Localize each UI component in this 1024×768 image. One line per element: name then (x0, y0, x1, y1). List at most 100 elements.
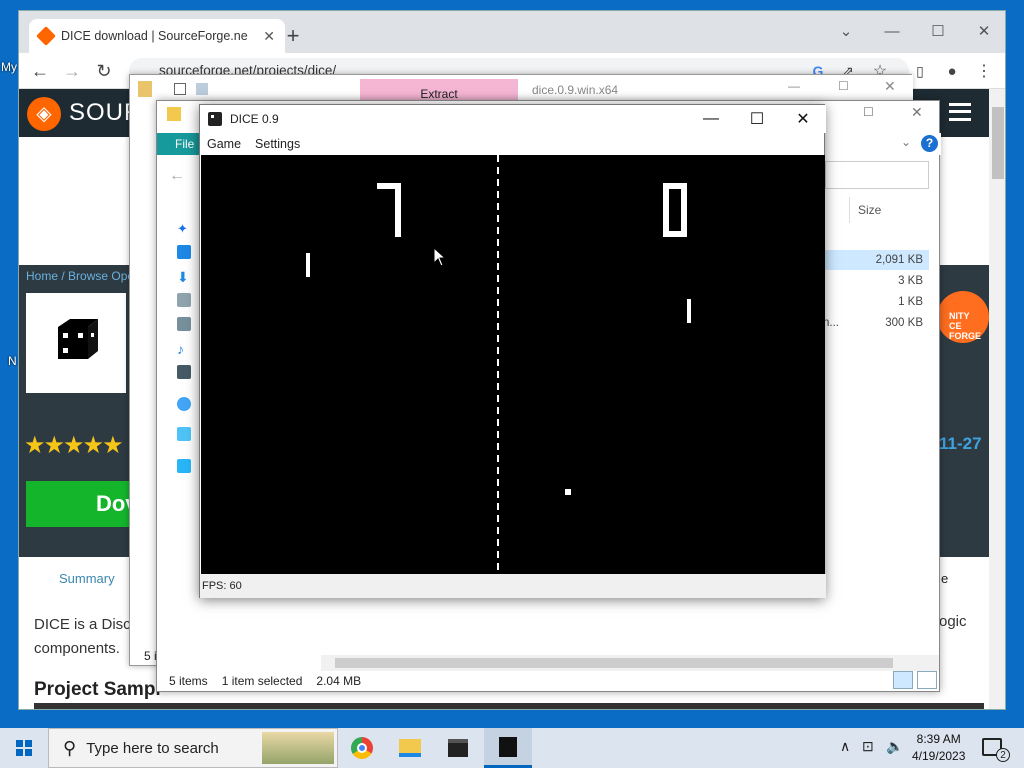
ribbon-tab-file[interactable]: File (157, 133, 201, 155)
window-title: DICE 0.9 (230, 112, 279, 126)
fps-status: FPS: 60 (200, 574, 826, 598)
reload-icon[interactable]: ↻ (91, 59, 117, 83)
column-header-size[interactable]: Size (849, 197, 933, 223)
horizontal-scrollbar-thumb[interactable] (335, 658, 893, 668)
mouse-cursor-icon (433, 247, 447, 267)
properties-icon[interactable] (196, 83, 208, 95)
menu-settings[interactable]: Settings (255, 137, 300, 151)
maximize-button[interactable]: ☐ (838, 79, 849, 93)
network-icon[interactable]: ⊡ (862, 738, 874, 755)
search-placeholder: Type here to search (86, 739, 219, 757)
taskbar: ⚲ Type here to search ∧ ⊡ 🔈 8:39 AM 4/19… (0, 728, 1024, 768)
close-button[interactable]: ✕ (911, 104, 923, 121)
file-row-size[interactable]: 2,091 KB (817, 250, 929, 270)
tab-summary[interactable]: Summary (59, 571, 115, 586)
project-samples-heading: Project Sampl (34, 679, 161, 700)
description-fragment: ogic (939, 613, 967, 630)
page-scrollbar-thumb[interactable] (992, 107, 1004, 179)
close-tab-icon[interactable]: ✕ (263, 28, 275, 45)
chrome-icon[interactable] (338, 728, 386, 768)
minimize-button[interactable]: — (869, 17, 915, 45)
game-screen[interactable]: 7 0 (201, 155, 825, 574)
center-net (497, 155, 499, 574)
tab-search-icon[interactable]: ⌄ (823, 17, 869, 45)
music-icon[interactable]: ♪ (177, 341, 191, 357)
search-input[interactable] (825, 161, 929, 189)
file-row-size[interactable]: 1 KB (817, 292, 929, 312)
network-icon[interactable] (177, 459, 191, 473)
menu-bar: Game Settings (200, 133, 826, 155)
desktop-icon-label[interactable]: My (1, 60, 17, 74)
browser-tab[interactable]: DICE download | SourceForge.ne ✕ (29, 19, 285, 53)
breadcrumb-browse-link[interactable]: Browse Ope (68, 269, 134, 283)
back-icon[interactable]: ← (169, 167, 185, 185)
hamburger-menu-icon[interactable] (949, 103, 971, 121)
start-button[interactable] (0, 728, 48, 768)
profile-avatar-icon[interactable]: ● (939, 59, 965, 83)
tab-strip: DICE download | SourceForge.ne ✕ + ⌄ — ☐… (19, 11, 1005, 53)
sourceforge-favicon-icon (36, 26, 56, 46)
chevron-down-icon[interactable]: ⌄ (901, 135, 911, 149)
dice-logo-icon (58, 319, 98, 359)
checkmark-icon[interactable] (174, 83, 186, 95)
zip-folder-icon (138, 81, 152, 97)
rating-stars: ★★★★★ (24, 432, 124, 459)
clock[interactable]: 8:39 AM 4/19/2023 (912, 731, 965, 765)
maximize-button[interactable]: ☐ (734, 105, 780, 133)
minimize-button[interactable]: — (788, 79, 800, 93)
pictures-icon[interactable] (177, 317, 191, 331)
large-icons-view-icon[interactable] (917, 671, 937, 689)
file-explorer-icon[interactable] (386, 728, 434, 768)
desktop-folder-icon[interactable] (177, 245, 191, 259)
menu-kebab-icon[interactable]: ⋮ (971, 59, 997, 83)
sourceforge-logo-icon[interactable]: ◈ (27, 97, 61, 131)
page-scrollbar[interactable] (989, 89, 1005, 709)
quick-access-pin-icon[interactable]: ✦ (177, 221, 191, 236)
this-pc-icon[interactable] (177, 427, 191, 441)
screenshot-thumbnails (34, 703, 984, 709)
dice-icon[interactable] (484, 728, 532, 768)
desktop-icon-label[interactable]: N (8, 354, 17, 368)
store-glyph (448, 739, 468, 757)
close-button[interactable]: ✕ (961, 17, 1005, 45)
windows-logo-icon (16, 740, 32, 756)
help-icon[interactable]: ? (921, 135, 938, 152)
notification-count: 2 (996, 748, 1010, 762)
status-bar: 5 i (144, 649, 157, 663)
back-icon[interactable]: ← (27, 59, 53, 83)
volume-icon[interactable]: 🔈 (886, 738, 903, 755)
chrome-logo (351, 737, 373, 759)
tab-partial[interactable]: e (941, 571, 948, 586)
details-view-icon[interactable] (893, 671, 913, 689)
dice-window: DICE 0.9 — ☐ ✕ Game Settings 7 0 FPS: 60 (199, 104, 826, 598)
dice-app-icon (208, 112, 222, 126)
folder-icon (167, 107, 181, 121)
menu-game[interactable]: Game (207, 137, 241, 151)
close-button[interactable]: ✕ (884, 78, 896, 95)
community-choice-badge: NITY CE FORGE (937, 291, 989, 343)
clock-date: 4/19/2023 (912, 749, 966, 763)
onedrive-icon[interactable] (177, 397, 191, 411)
breadcrumb-home-link[interactable]: Home (26, 269, 58, 283)
videos-icon[interactable] (177, 365, 191, 379)
forward-icon[interactable]: → (59, 59, 85, 83)
project-icon (26, 293, 126, 393)
minimize-button[interactable]: — (688, 105, 734, 133)
status-selected: 1 item selected (221, 674, 303, 688)
status-bar: 5 items 1 item selected 2.04 MB (169, 674, 361, 688)
store-icon[interactable] (434, 728, 482, 768)
file-row-type: n... (823, 317, 839, 329)
maximize-button[interactable]: ☐ (915, 17, 961, 45)
new-tab-button[interactable]: + (281, 25, 305, 47)
maximize-button[interactable]: ☐ (863, 105, 874, 119)
downloads-icon[interactable]: ⬇ (177, 269, 191, 285)
close-button[interactable]: ✕ (780, 105, 826, 133)
file-row-size[interactable]: 3 KB (817, 271, 929, 291)
chevron-up-icon[interactable]: ∧ (840, 738, 850, 755)
documents-icon[interactable] (177, 293, 191, 307)
search-icon: ⚲ (63, 737, 77, 758)
window-title: dice.0.9.win.x64 (532, 83, 619, 97)
download-button[interactable]: Dov (26, 481, 146, 527)
notification-icon[interactable]: 2 (982, 738, 1010, 762)
status-item-count: 5 items (169, 674, 208, 688)
